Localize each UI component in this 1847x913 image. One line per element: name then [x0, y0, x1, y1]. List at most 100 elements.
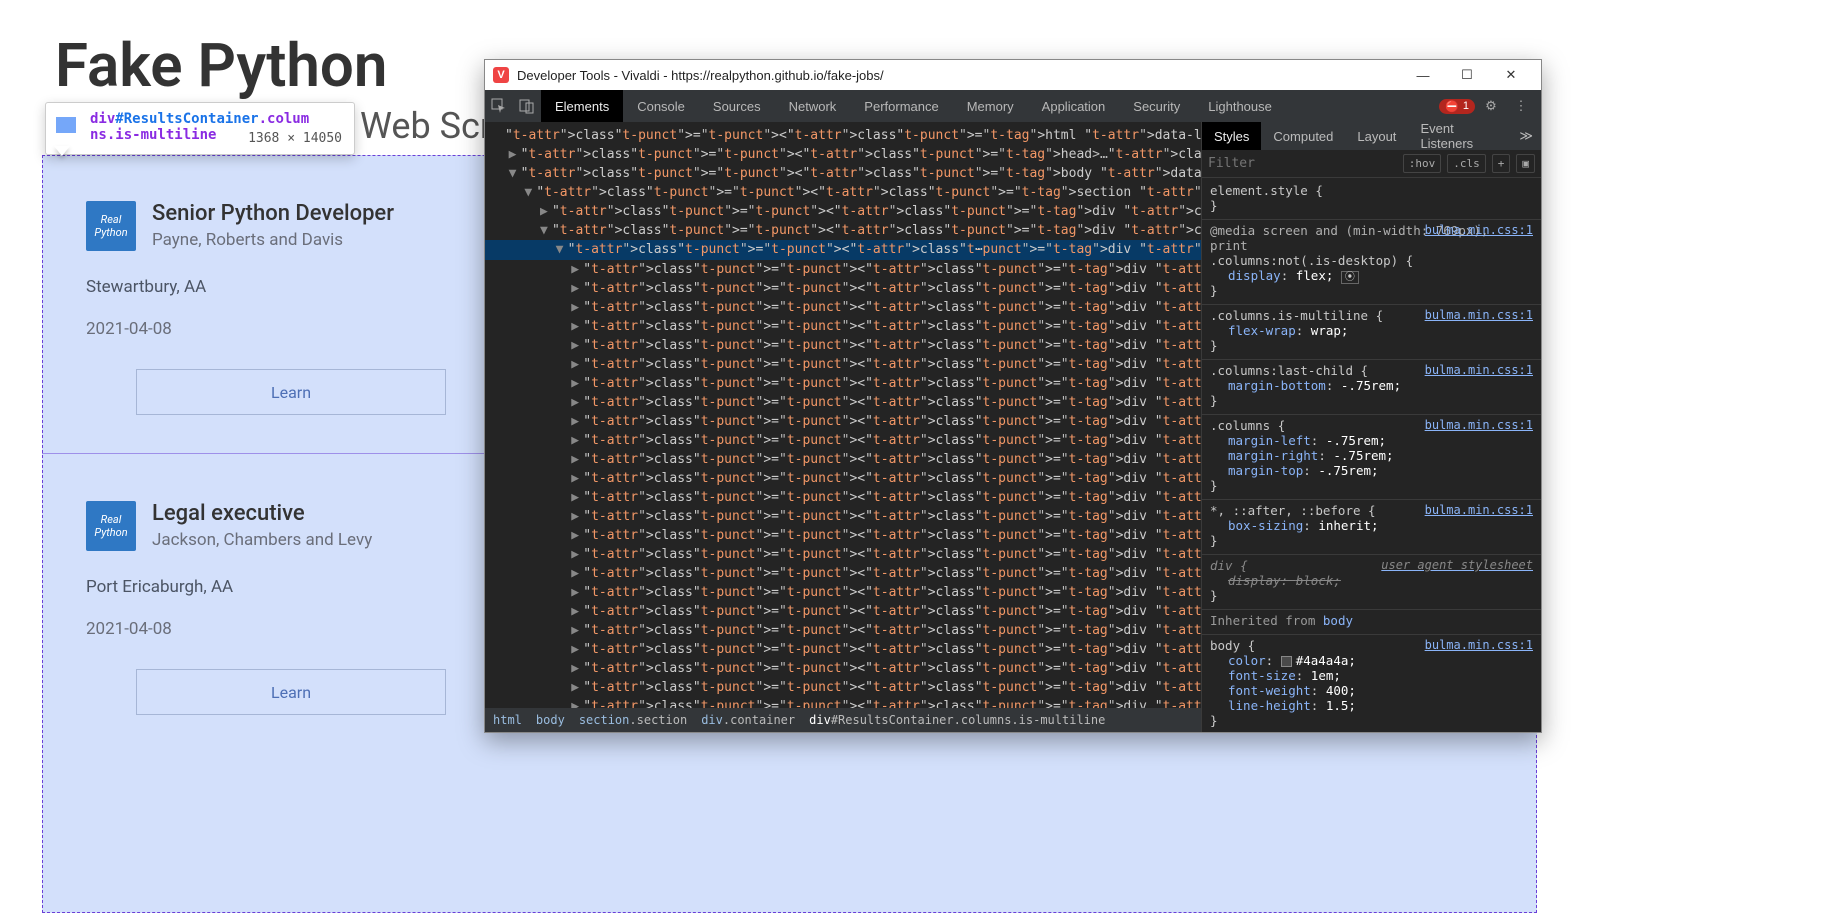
dom-node[interactable]: ▶"t-attr">class"t-punct">="t-punct"><"t-… — [493, 393, 1201, 412]
css-rule[interactable]: Inherited from body — [1202, 610, 1541, 635]
job-title: Senior Python Developer — [152, 201, 394, 226]
dom-node[interactable]: ▶"t-attr">class"t-punct">="t-punct"><"t-… — [493, 412, 1201, 431]
dom-node[interactable]: ▶"t-attr">class"t-punct">="t-punct"><"t-… — [493, 469, 1201, 488]
job-location: Stewartbury, AA — [86, 277, 458, 297]
dom-node[interactable]: ▶"t-attr">class"t-punct">="t-punct"><"t-… — [493, 583, 1201, 602]
inspect-element-icon[interactable] — [485, 90, 513, 122]
dom-node[interactable]: ▶"t-attr">class"t-punct">="t-punct"><"t-… — [493, 431, 1201, 450]
dom-node[interactable]: ▶"t-attr">class"t-punct">="t-punct"><"t-… — [493, 659, 1201, 678]
more-tabs-icon[interactable]: ≫ — [1511, 122, 1541, 150]
dom-node[interactable]: ▶"t-attr">class"t-punct">="t-punct"><"t-… — [493, 279, 1201, 298]
rule-source-link[interactable]: bulma.min.css:1 — [1425, 418, 1533, 432]
hov-button[interactable]: :hov — [1403, 154, 1442, 173]
dom-node[interactable]: ▶"t-attr">class"t-punct">="t-punct"><"t-… — [493, 564, 1201, 583]
learn-button[interactable]: Learn — [136, 669, 446, 715]
dom-node[interactable]: ▶"t-attr">class"t-punct">="t-punct"><"t-… — [493, 260, 1201, 279]
rule-source-link[interactable]: bulma.min.css:1 — [1425, 503, 1533, 517]
more-actions-icon[interactable]: ⋯ — [975, 240, 983, 259]
devtools-tab-network[interactable]: Network — [775, 90, 851, 122]
styles-tab-layout[interactable]: Layout — [1345, 122, 1408, 150]
dom-node[interactable]: ▶"t-attr">class"t-punct">="t-punct"><"t-… — [493, 450, 1201, 469]
learn-button[interactable]: Learn — [136, 369, 446, 415]
css-rule[interactable]: bulma.min.css:1@media screen and (min-wi… — [1202, 220, 1541, 305]
rule-source-link[interactable]: bulma.min.css:1 — [1425, 638, 1533, 652]
flex-editor-icon[interactable]: ⦿ — [1341, 271, 1359, 284]
css-rule[interactable]: bulma.min.css:1.columns.is-multiline {fl… — [1202, 305, 1541, 360]
rule-source-link[interactable]: bulma.min.css:1 — [1425, 363, 1533, 377]
minimize-button[interactable]: — — [1401, 61, 1445, 89]
devtools-tab-lighthouse[interactable]: Lighthouse — [1194, 90, 1286, 122]
css-rule[interactable]: bulma.min.css:1.columns {margin-left: -.… — [1202, 415, 1541, 500]
styles-tab-computed[interactable]: Computed — [1261, 122, 1345, 150]
maximize-button[interactable]: ☐ — [1445, 61, 1489, 89]
gear-icon[interactable]: ⚙ — [1477, 98, 1505, 114]
job-location: Port Ericaburgh, AA — [86, 577, 458, 597]
dom-node[interactable]: ▶"t-attr">class"t-punct">="t-punct"><"t-… — [493, 621, 1201, 640]
dom-node[interactable]: "t-attr">class"t-punct">="t-punct"><"t-a… — [493, 126, 1201, 145]
dom-node[interactable]: ▶"t-attr">class"t-punct">="t-punct"><"t-… — [493, 602, 1201, 621]
cls-button[interactable]: .cls — [1447, 154, 1486, 173]
kebab-menu-icon[interactable]: ⋮ — [1507, 98, 1535, 114]
dom-node[interactable]: ▶"t-attr">class"t-punct">="t-punct"><"t-… — [493, 526, 1201, 545]
devtools-tab-elements[interactable]: Elements — [541, 90, 623, 122]
error-badge[interactable]: ⛔ 1 — [1439, 99, 1475, 114]
rule-source-link[interactable]: user agent stylesheet — [1381, 558, 1533, 572]
dom-node[interactable]: ▶"t-attr">class"t-punct">="t-punct"><"t-… — [493, 336, 1201, 355]
job-card: Real Python Legal executive Jackson, Cha… — [62, 475, 482, 715]
breadcrumb-item[interactable]: div.container — [701, 713, 795, 727]
dom-node[interactable]: ▶"t-attr">class"t-punct">="t-punct"><"t-… — [493, 488, 1201, 507]
styles-tab-event-listeners[interactable]: Event Listeners — [1408, 122, 1511, 150]
dom-node[interactable]: ▶"t-attr">class"t-punct">="t-punct"><"t-… — [493, 145, 1201, 164]
dom-node[interactable]: ▶"t-attr">class"t-punct">="t-punct"><"t-… — [493, 678, 1201, 697]
dom-tree-panel[interactable]: "t-attr">class"t-punct">="t-punct"><"t-a… — [485, 122, 1201, 732]
dom-node[interactable]: ▶"t-attr">class"t-punct">="t-punct"><"t-… — [493, 298, 1201, 317]
page-title: Fake Python — [55, 30, 387, 101]
css-rule[interactable]: element.style {} — [1202, 180, 1541, 220]
dom-node[interactable]: ▶"t-attr">class"t-punct">="t-punct"><"t-… — [493, 374, 1201, 393]
devtools-tab-console[interactable]: Console — [623, 90, 699, 122]
dom-node[interactable]: ▶"t-attr">class"t-punct">="t-punct"><"t-… — [493, 202, 1201, 221]
window-titlebar[interactable]: V Developer Tools - Vivaldi - https://re… — [485, 60, 1541, 90]
rule-source-link[interactable]: bulma.min.css:1 — [1425, 223, 1533, 237]
job-date: 2021-04-08 — [86, 319, 458, 339]
dom-node[interactable]: ▶"t-attr">class"t-punct">="t-punct"><"t-… — [493, 317, 1201, 336]
dom-node[interactable]: ▶"t-attr">class"t-punct">="t-punct"><"t-… — [493, 697, 1201, 708]
job-card: Real Python Senior Python Developer Payn… — [62, 175, 482, 415]
dom-node[interactable]: ▶"t-attr">class"t-punct">="t-punct"><"t-… — [493, 640, 1201, 659]
styles-tab-styles[interactable]: Styles — [1202, 122, 1261, 150]
devtools-tab-memory[interactable]: Memory — [953, 90, 1028, 122]
inspector-tooltip: div#ResultsContainer.colum 1368 × 14050 … — [45, 102, 355, 155]
close-button[interactable]: ✕ — [1489, 61, 1533, 89]
breadcrumb-item[interactable]: div#ResultsContainer.columns.is-multilin… — [809, 713, 1105, 727]
css-rule[interactable]: bulma.min.css:1.columns:last-child {marg… — [1202, 360, 1541, 415]
styles-panel: StylesComputedLayoutEvent Listeners≫ :ho… — [1201, 122, 1541, 732]
css-rule[interactable]: bulma.min.css:1*, ::after, ::before {box… — [1202, 500, 1541, 555]
dom-node[interactable]: ▼"t-attr">class"t-punct">="t-punct"><"t-… — [493, 164, 1201, 183]
tooltip-class: ns.is-multiline — [90, 127, 216, 143]
dom-node[interactable]: ▶"t-attr">class"t-punct">="t-punct"><"t-… — [493, 355, 1201, 374]
tooltip-tag: div — [90, 111, 115, 127]
breadcrumb-item[interactable]: html — [493, 713, 522, 727]
dom-node-selected[interactable]: ⋯ ▼"t-attr">class"t-punct">="t-punct"><"… — [493, 240, 1201, 260]
dom-node[interactable]: ▼"t-attr">class"t-punct">="t-punct"><"t-… — [493, 183, 1201, 202]
devtools-tab-security[interactable]: Security — [1119, 90, 1194, 122]
tooltip-id: #ResultsContainer — [115, 111, 258, 127]
devtools-tab-sources[interactable]: Sources — [699, 90, 775, 122]
dom-node[interactable]: ▶"t-attr">class"t-punct">="t-punct"><"t-… — [493, 545, 1201, 564]
device-toolbar-icon[interactable] — [513, 90, 541, 122]
breadcrumb-item[interactable]: body — [536, 713, 565, 727]
job-logo: Real Python — [86, 201, 136, 251]
css-rule[interactable]: bulma.min.css:1body {color: #4a4a4a;font… — [1202, 635, 1541, 732]
dom-node[interactable]: ▶"t-attr">class"t-punct">="t-punct"><"t-… — [493, 507, 1201, 526]
new-rule-button[interactable]: + — [1492, 154, 1511, 173]
dom-breadcrumb[interactable]: html body section.section div.container div#… — [485, 708, 1201, 732]
dom-node[interactable]: ▼"t-attr">class"t-punct">="t-punct"><"t-… — [493, 221, 1201, 240]
breadcrumb-item[interactable]: section.section — [579, 713, 687, 727]
devtools-tab-performance[interactable]: Performance — [850, 90, 952, 122]
styles-filter-input[interactable] — [1208, 156, 1397, 171]
devtools-tab-application[interactable]: Application — [1028, 90, 1120, 122]
sidebar-toggle-icon[interactable]: ▣ — [1516, 154, 1535, 173]
job-date: 2021-04-08 — [86, 619, 458, 639]
rule-source-link[interactable]: bulma.min.css:1 — [1425, 308, 1533, 322]
css-rule[interactable]: user agent stylesheetdiv {display: block… — [1202, 555, 1541, 610]
